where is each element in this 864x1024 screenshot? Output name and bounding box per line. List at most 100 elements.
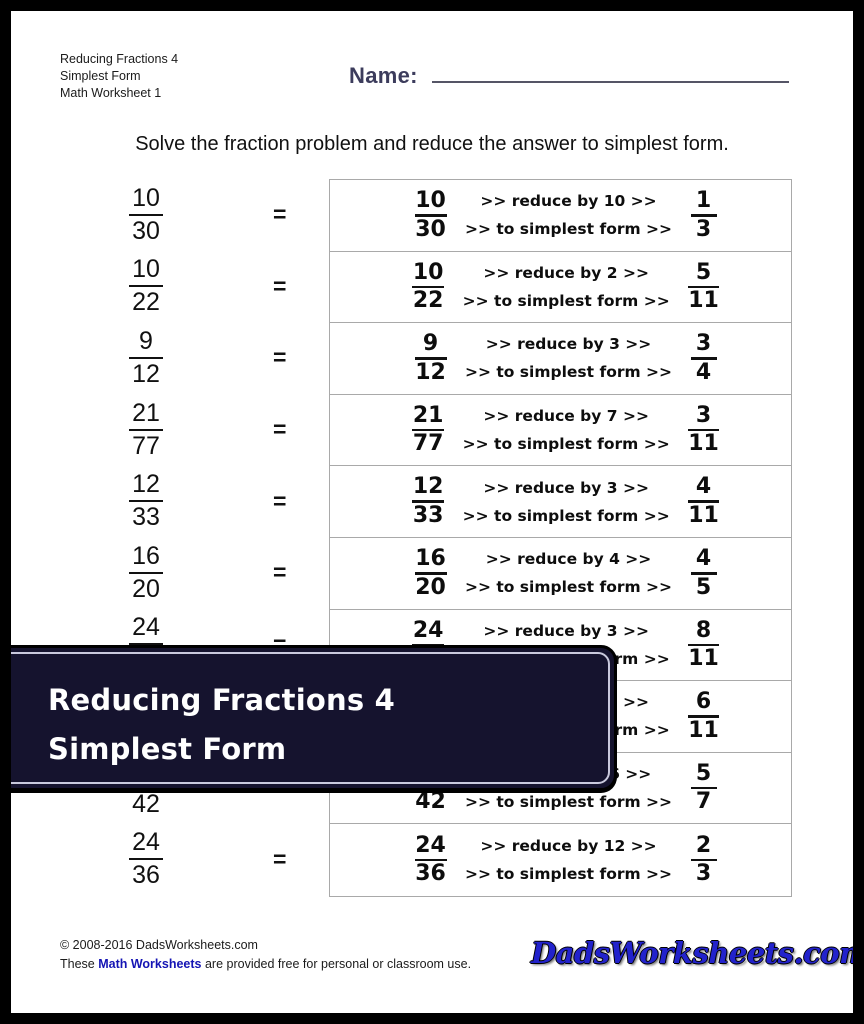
simplest-form-step: >> to simplest form >> [464, 363, 673, 382]
question-fraction-denominator: 30 [132, 216, 160, 245]
answer-row-inner: 16 20 >> reduce by 4 >> >> to simplest form… [330, 546, 791, 600]
question-fraction: 21 77 [129, 398, 163, 460]
reduce-by-step: >> reduce by 12 >> [480, 837, 657, 856]
answer-row-inner: 21 77 >> reduce by 7 >> >> to simplest form… [330, 403, 791, 457]
answer-result-fraction: 23 [690, 834, 717, 887]
answer-source-fraction-numerator: 24 [412, 617, 444, 643]
answer-source-fraction-denominator: 42 [415, 789, 446, 815]
name-field-block: Name: [349, 61, 789, 89]
question-fraction: 9 12 [129, 326, 163, 388]
question-cell: 21 77 [11, 398, 318, 460]
answer-source-fraction: 12 33 [412, 474, 445, 527]
question-fraction: 10 30 [129, 183, 163, 245]
question-fraction-numerator: 10 [132, 255, 160, 284]
answer-row: 16 20 >> reduce by 4 >> >> to simplest form… [330, 538, 791, 610]
answer-result-fraction-denominator: 3 [695, 861, 712, 887]
answer-source-fraction: 21 77 [412, 402, 445, 456]
copyright-text: © 2008-2016 DadsWorksheets.com [60, 938, 258, 952]
answer-source-fraction-denominator: 20 [415, 574, 446, 600]
answer-row: 10 22 >> reduce by 2 >> >> to simplest form… [330, 252, 791, 324]
answer-source-fraction-denominator: 12 [415, 359, 446, 385]
footer: © 2008-2016 DadsWorksheets.com These Mat… [60, 936, 471, 974]
answer-result-fraction: 6 11 [688, 691, 719, 742]
question-fraction: 24 36 [129, 830, 163, 888]
reduce-by-step: >> reduce by 4 >> [485, 550, 652, 569]
answer-result-fraction: 5 11 [688, 261, 719, 314]
answer-result-fraction-denominator: 11 [688, 431, 719, 457]
answer-source-fraction-denominator: 36 [415, 861, 446, 887]
reduce-by-step: >> reduce by 10 >> [480, 192, 657, 211]
equals-sign: = [273, 272, 287, 299]
answer-result-fraction-denominator: 3 [695, 216, 712, 242]
question-fraction-bar [129, 500, 163, 503]
answer-result-fraction-numerator: 5 [695, 760, 712, 786]
name-input-line[interactable] [431, 61, 789, 83]
answer-row-inner: 10 22 >> reduce by 2 >> >> to simplest form… [330, 260, 791, 314]
question-fraction-bar [129, 356, 163, 359]
usage-notice-prefix: These [60, 957, 99, 971]
answer-row: 9 12 >> reduce by 3 >> >> to simplest form … [330, 323, 791, 395]
header-subtitle-line: Simplest Form [60, 69, 141, 83]
answer-result-fraction: 3 11 [688, 404, 719, 457]
question-fraction: 12 33 [129, 472, 163, 530]
answer-row: 21 77 >> reduce by 7 >> >> to simplest form… [330, 395, 791, 467]
answer-source-fraction-numerator: 12 [412, 474, 444, 500]
answer-row: 24 36 >> reduce by 12 >> >> to simplest for… [330, 824, 791, 896]
reduction-steps: >> reduce by 3 >> >> to simplest form >> [450, 475, 682, 529]
question-fraction-denominator: 12 [132, 359, 160, 388]
question-fraction-bar [129, 285, 163, 288]
answer-source-fraction-denominator: 30 [415, 216, 446, 242]
answer-row-inner: 12 33 >> reduce by 3 >> >> to simplest form… [330, 475, 791, 529]
answer-row-inner: 24 36 >> reduce by 12 >> >> to simplest for… [330, 833, 791, 887]
reduction-steps: >> reduce by 12 >> >> to simplest form >> [453, 833, 685, 887]
reduction-steps: >> reduce by 3 >> >> to simplest form >> [453, 331, 685, 385]
question-fraction-numerator: 9 [139, 326, 153, 355]
reduce-by-step: >> reduce by 3 >> [485, 335, 652, 354]
reduction-steps: >> reduce by 4 >> >> to simplest form >> [453, 546, 685, 600]
question-cell: 10 30 [11, 183, 318, 245]
question-fraction-denominator: 42 [132, 789, 160, 818]
question-fraction-numerator: 21 [132, 398, 160, 427]
answer-result-fraction-numerator: 4 [695, 474, 712, 500]
dadsworksheets-logo[interactable]: DadsWorksheets.com [531, 933, 853, 975]
answer-source-fraction-numerator: 10 [415, 188, 446, 214]
answer-source-fraction-numerator: 24 [415, 832, 446, 858]
reduce-by-step: >> reduce by 3 >> [483, 621, 649, 640]
question-cell: 9 12 [11, 326, 318, 388]
equals-sign: = [273, 559, 287, 586]
question-fraction-numerator: 10 [132, 183, 160, 212]
question-fraction-denominator: 22 [132, 288, 160, 317]
reduction-steps: >> reduce by 10 >> >> to simplest form >> [453, 188, 685, 242]
answer-source-fraction-numerator: 21 [412, 402, 444, 428]
reduce-by-step: >> reduce by 3 >> [483, 478, 649, 497]
page-border: Reducing Fractions 4 Simplest Form Math … [0, 0, 864, 1024]
question-fraction-numerator: 16 [132, 541, 160, 570]
question-fraction-denominator: 77 [132, 431, 160, 460]
question-fraction-bar [129, 858, 163, 861]
answer-result-fraction-denominator: 11 [688, 502, 719, 528]
header-worksheet-number: Math Worksheet 1 [60, 86, 162, 100]
math-worksheets-link[interactable]: Math Worksheets [98, 957, 201, 971]
answer-source-fraction-numerator: 16 [415, 546, 446, 572]
question-fraction-denominator: 20 [132, 574, 160, 603]
answer-result-fraction: 34 [690, 333, 717, 384]
reduce-by-step: >> reduce by 2 >> [483, 263, 649, 282]
simplest-form-step: >> to simplest form >> [464, 578, 673, 597]
reduce-by-step: >> reduce by 7 >> [483, 407, 649, 426]
answer-source-fraction-numerator: 10 [412, 259, 444, 285]
question-fraction-numerator: 24 [132, 613, 160, 642]
name-label: Name: [349, 63, 418, 88]
equals-sign: = [273, 845, 287, 872]
answer-result-fraction-denominator: 11 [688, 288, 719, 314]
answer-source-fraction: 10 22 [412, 259, 445, 314]
worksheet-page: Reducing Fractions 4 Simplest Form Math … [11, 11, 853, 1013]
question-cell: 10 22 [11, 257, 318, 315]
instruction-text: Solve the fraction problem and reduce th… [135, 133, 729, 155]
answer-result-fraction: 4 11 [688, 476, 719, 527]
simplest-form-step: >> to simplest form >> [464, 220, 673, 239]
answer-source-fraction-denominator: 22 [412, 288, 444, 314]
answer-result-fraction-denominator: 7 [695, 789, 712, 815]
overlay-title-banner: Reducing Fractions 4 Simplest Form [11, 645, 617, 791]
question-fraction-numerator: 24 [132, 828, 160, 857]
answer-row: 10 30 >> reduce by 10 >> >> to simplest for… [330, 180, 791, 252]
